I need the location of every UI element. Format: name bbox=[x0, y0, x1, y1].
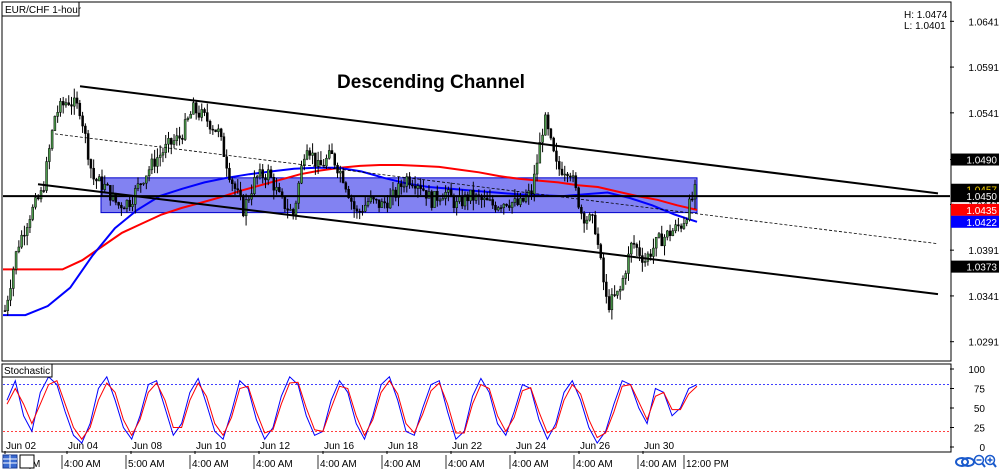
price-tag: 1.0435 bbox=[951, 203, 999, 217]
price-tag: 1.0490 bbox=[951, 153, 999, 167]
date-tick-label: Jun 26 bbox=[580, 441, 610, 452]
time-tick-label: 4:00 AM bbox=[576, 459, 613, 470]
time-tick-label: 4:00 AM bbox=[512, 459, 549, 470]
candlestick bbox=[50, 129, 54, 151]
candlestick bbox=[577, 186, 580, 210]
chart-window: 1.06411.05911.05411.04901.04411.03911.03… bbox=[0, 0, 1000, 473]
date-tick-label: Jun 24 bbox=[516, 441, 546, 452]
date-tick-label: Jun 30 bbox=[644, 441, 674, 452]
stochastic-axis: 100 75 50 25 0 bbox=[950, 365, 985, 454]
date-tick-label: Jun 18 bbox=[388, 441, 418, 452]
grid-icon[interactable] bbox=[2, 454, 18, 469]
candlestick bbox=[45, 156, 48, 193]
time-tick-label: 12:00 PM bbox=[686, 459, 729, 470]
time-tick-label: 4:00 AM bbox=[640, 459, 677, 470]
stochastic-tick-label: 0 bbox=[979, 443, 985, 454]
link-icon[interactable] bbox=[955, 457, 975, 467]
time-tick-label: 4:00 AM bbox=[256, 459, 293, 470]
time-tick-label: 4:00 AM bbox=[384, 459, 421, 470]
low-readout: L: 1.0401 bbox=[904, 21, 946, 32]
price-tick-label: 1.0341 bbox=[968, 292, 999, 303]
candlestick bbox=[242, 194, 245, 218]
stochastic-tick-label: 75 bbox=[974, 385, 986, 396]
zoom-out-icon[interactable] bbox=[973, 454, 986, 468]
price-tick-label: 1.0291 bbox=[968, 338, 999, 349]
candlestick bbox=[214, 129, 217, 133]
time-tick-label: 4:00 AM bbox=[192, 459, 229, 470]
svg-text:1.0490: 1.0490 bbox=[966, 156, 997, 167]
stochastic-tick-label: 100 bbox=[968, 365, 985, 376]
date-tick-label: Jun 16 bbox=[324, 441, 354, 452]
price-tick-label: 1.0641 bbox=[968, 17, 999, 28]
candlestick bbox=[599, 242, 603, 260]
zoom-in-icon[interactable] bbox=[984, 454, 997, 468]
stochastic-tick-label: 25 bbox=[974, 424, 986, 435]
date-tick-label: Jun 04 bbox=[68, 441, 98, 452]
date-tick-label: Jun 02 bbox=[6, 441, 36, 452]
date-tick-label: Jun 22 bbox=[452, 441, 482, 452]
candlestick bbox=[544, 112, 547, 136]
svg-text:1.0422: 1.0422 bbox=[966, 218, 997, 229]
price-tick-label: 1.0591 bbox=[968, 63, 999, 74]
stochastic-label: Stochastic bbox=[4, 366, 50, 377]
high-readout: H: 1.0474 bbox=[904, 10, 948, 21]
svg-text:1.0373: 1.0373 bbox=[966, 263, 997, 274]
chart-title: Descending Channel bbox=[337, 72, 525, 93]
price-tag: 1.0422 bbox=[951, 215, 999, 229]
chart-canvas[interactable]: 1.06411.05911.05411.04901.04411.03911.03… bbox=[0, 0, 1000, 473]
time-tick-label: 4:00 AM bbox=[64, 459, 101, 470]
price-tick-label: 1.0541 bbox=[968, 109, 999, 120]
time-tick-label: 5:00 AM bbox=[128, 459, 165, 470]
price-tag: 1.0373 bbox=[951, 260, 999, 274]
stochastic-tick-label: 50 bbox=[974, 404, 986, 415]
svg-text:1.0450: 1.0450 bbox=[966, 192, 997, 203]
date-tick-label: Jun 10 bbox=[196, 441, 226, 452]
price-tick-label: 1.0391 bbox=[968, 246, 999, 257]
symbol-label: EUR/CHF 1-hour bbox=[5, 5, 82, 16]
svg-text:1.0435: 1.0435 bbox=[966, 206, 997, 217]
time-tick-label: 4:00 AM bbox=[320, 459, 357, 470]
date-tick-label: Jun 08 bbox=[132, 441, 162, 452]
price-axis: 1.06411.05911.05411.04901.04411.03911.03… bbox=[950, 17, 999, 349]
price-tag: 1.0450 bbox=[951, 190, 999, 203]
stochastic-panel-frame bbox=[1, 363, 952, 453]
axis-overlay-box bbox=[19, 454, 35, 469]
date-tick-label: Jun 12 bbox=[260, 441, 290, 452]
time-tick-label: 4:00 AM bbox=[448, 459, 485, 470]
candlestick bbox=[433, 191, 436, 208]
candlestick bbox=[430, 189, 433, 211]
candlestick bbox=[53, 115, 57, 132]
